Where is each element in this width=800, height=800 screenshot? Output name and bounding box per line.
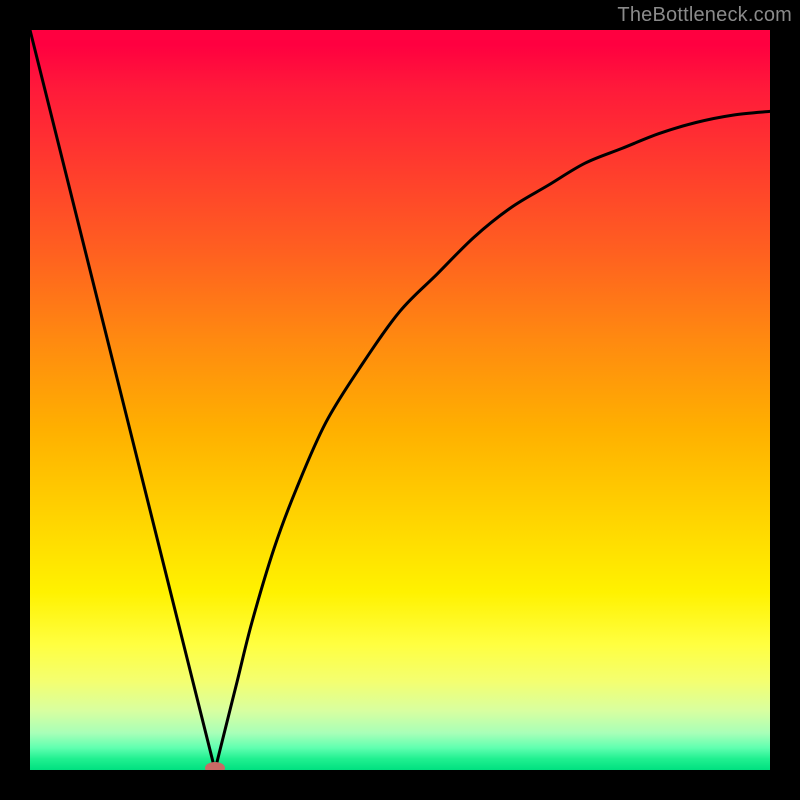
minimum-marker — [205, 762, 225, 770]
bottleneck-curve — [30, 30, 770, 770]
curve-layer — [30, 30, 770, 770]
plot-area — [30, 30, 770, 770]
watermark-text: TheBottleneck.com — [617, 4, 792, 27]
chart-frame: TheBottleneck.com — [0, 0, 800, 800]
